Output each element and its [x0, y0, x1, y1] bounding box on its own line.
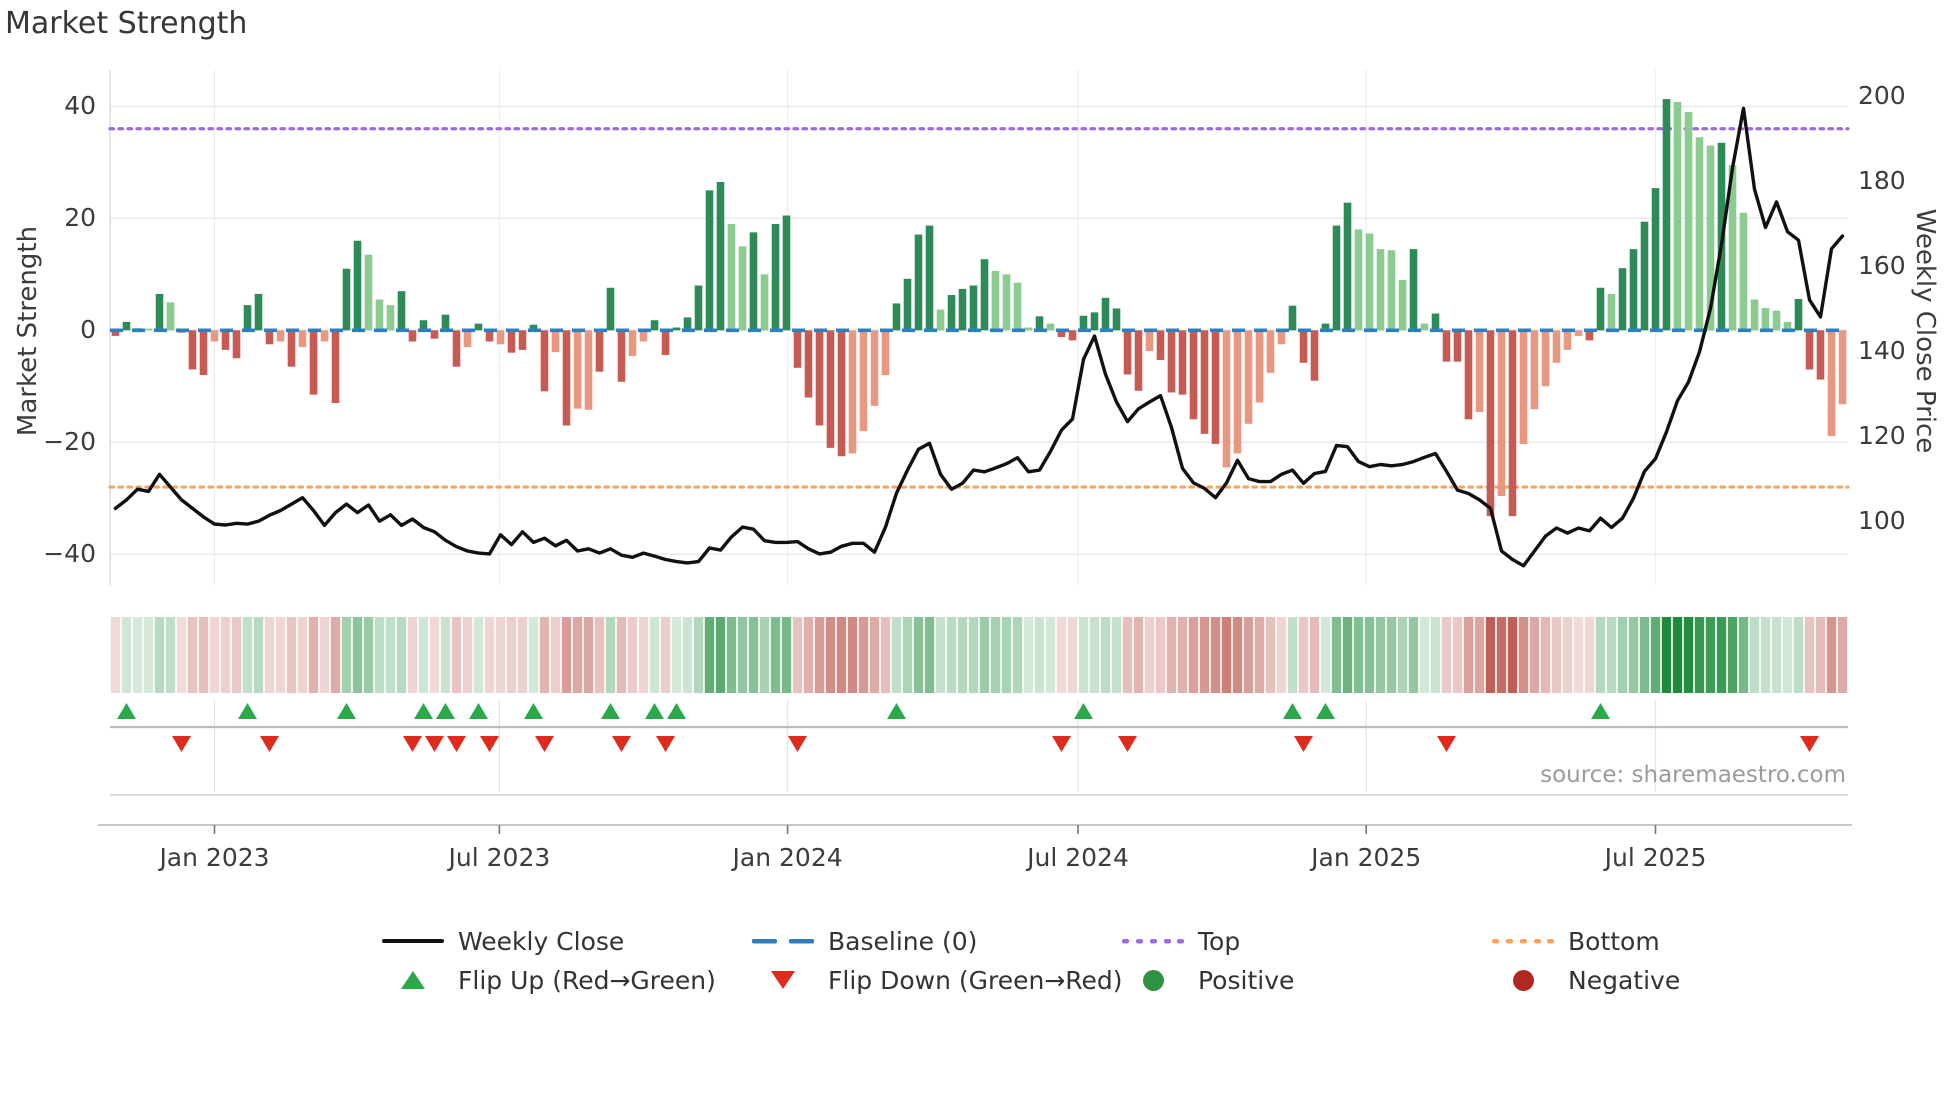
- negative-dot-icon: [1492, 969, 1554, 991]
- legend-label: Flip Down (Green→Red): [828, 965, 1123, 995]
- left-axis-tick: 0: [80, 315, 96, 345]
- weekly-close-line-swatch: [382, 939, 444, 943]
- legend-label: Flip Up (Red→Green): [458, 965, 716, 995]
- flip-down-triangle-icon: [752, 971, 814, 989]
- legend-item-weekly-close: Weekly Close: [382, 925, 624, 957]
- left-axis-tick: −40: [43, 539, 96, 569]
- flip-up-triangle-icon: [382, 971, 444, 989]
- right-axis-tick: 180: [1858, 165, 1906, 195]
- legend-label: Baseline (0): [828, 926, 978, 956]
- legend-item-flip-up: Flip Up (Red→Green): [382, 964, 716, 996]
- legend-item-top: Top: [1122, 925, 1240, 957]
- positive-dot-icon: [1122, 969, 1184, 991]
- legend-label: Positive: [1198, 965, 1295, 995]
- top-dotted-swatch: [1122, 936, 1184, 946]
- legend-item-baseline: Baseline (0): [752, 925, 977, 957]
- baseline-dash-swatch: [752, 936, 814, 946]
- right-axis-tick: 100: [1858, 506, 1906, 536]
- weekly-close-series: [113, 106, 1845, 568]
- strength-bars: [111, 99, 1847, 517]
- x-axis-tick: Jul 2024: [1027, 843, 1129, 872]
- heatmap-strip: [110, 617, 1848, 693]
- bottom-dotted-swatch: [1492, 936, 1554, 946]
- flip-down-markers: [172, 736, 1819, 752]
- left-axis-tick: 40: [64, 91, 96, 121]
- x-axis: [98, 794, 1852, 834]
- source-note: source: sharemaestro.com: [1540, 762, 1846, 788]
- x-axis-tick: Jul 2025: [1604, 843, 1707, 872]
- x-axis-tick: Jul 2023: [448, 843, 551, 872]
- market-strength-chart: [98, 70, 1852, 834]
- flip-up-markers: [117, 703, 1610, 719]
- x-axis-tick: Jan 2025: [1311, 843, 1422, 872]
- right-axis-tick: 140: [1858, 335, 1906, 365]
- legend-label: Negative: [1568, 965, 1681, 995]
- left-axis-tick: −20: [43, 427, 96, 457]
- right-axis-tick: 200: [1858, 80, 1906, 110]
- x-axis-tick: Jan 2024: [732, 843, 843, 872]
- market-strength-dashboard: Market Strength Market Strength Weekly C…: [0, 0, 1960, 1102]
- legend-label: Weekly Close: [458, 926, 625, 956]
- chart-title: Market Strength: [5, 6, 248, 41]
- right-axis-tick: 160: [1858, 250, 1906, 280]
- legend-label: Top: [1198, 926, 1241, 956]
- legend-item-bottom: Bottom: [1492, 925, 1660, 957]
- legend-item-positive: Positive: [1122, 964, 1294, 996]
- legend-label: Bottom: [1568, 926, 1660, 956]
- legend-item-flip-down: Flip Down (Green→Red): [752, 964, 1123, 996]
- right-axis-tick: 120: [1858, 421, 1906, 451]
- x-axis-tick: Jan 2023: [159, 843, 270, 872]
- weekly-close-line: [113, 106, 1845, 568]
- left-axis-tick: 20: [64, 203, 96, 233]
- legend-item-negative: Negative: [1492, 964, 1680, 996]
